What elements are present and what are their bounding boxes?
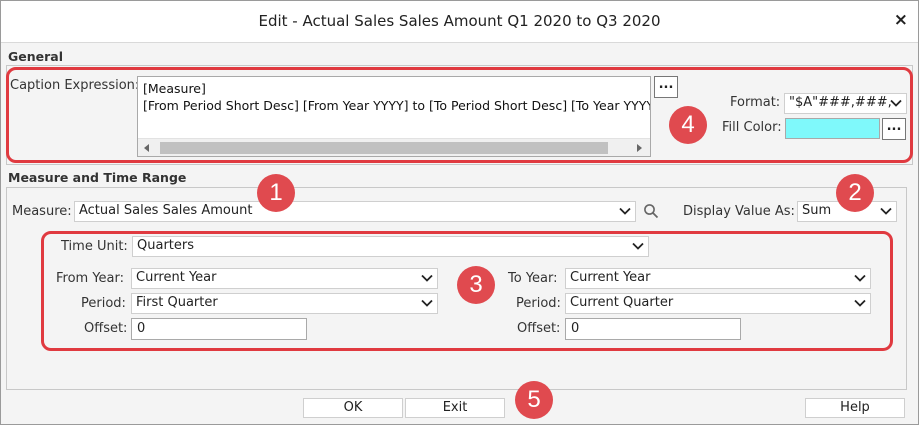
display-value-as-label: Display Value As: (683, 204, 795, 219)
callout-badge-4: 4 (669, 106, 707, 144)
callout-frame-general (6, 67, 913, 163)
ok-button[interactable]: OK (303, 398, 403, 418)
general-section-label: General (8, 49, 63, 64)
chevron-down-icon (619, 207, 631, 215)
help-button[interactable]: Help (805, 398, 905, 418)
exit-button[interactable]: Exit (405, 398, 505, 418)
callout-badge-5: 5 (515, 381, 553, 419)
chevron-down-icon (880, 207, 892, 215)
callout-badge-2: 2 (836, 174, 874, 212)
callout-badge-3: 3 (457, 266, 495, 304)
title-bar: Edit - Actual Sales Sales Amount Q1 2020… (1, 1, 918, 43)
measure-select[interactable]: Actual Sales Sales Amount (74, 201, 636, 222)
measure-value: Actual Sales Sales Amount (79, 203, 253, 218)
edit-dialog: Edit - Actual Sales Sales Amount Q1 2020… (0, 0, 919, 425)
search-icon[interactable] (643, 203, 659, 219)
measure-label: Measure: (12, 204, 72, 219)
close-icon[interactable]: × (894, 10, 908, 30)
measure-time-section-label: Measure and Time Range (8, 170, 187, 185)
display-value-as-value: Sum (802, 203, 832, 218)
callout-badge-1: 1 (257, 174, 295, 212)
dialog-title: Edit - Actual Sales Sales Amount Q1 2020… (258, 12, 661, 30)
